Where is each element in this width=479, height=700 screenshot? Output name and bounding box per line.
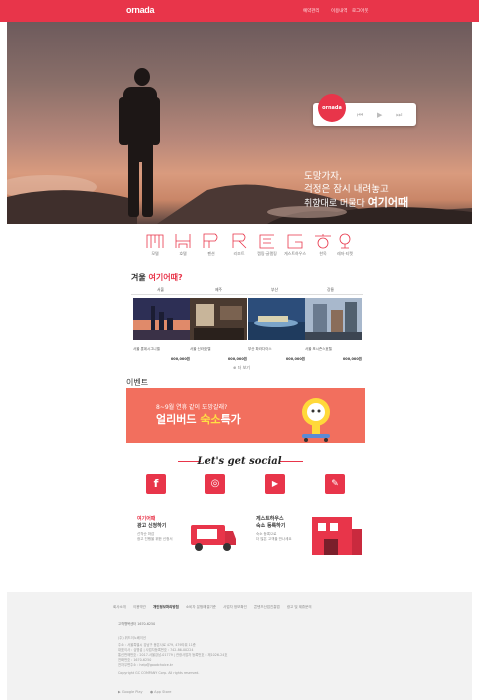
- logo[interactable]: ornada: [126, 5, 155, 15]
- nav-logout[interactable]: 로그아웃: [352, 8, 369, 14]
- hotel-icon: [175, 234, 191, 248]
- truck-illustration: [191, 525, 236, 551]
- guesthouse-icon: [287, 234, 303, 249]
- footer-link[interactable]: 콘텐츠산업진흥법: [254, 605, 280, 609]
- hero-brand: 여기어때: [367, 196, 409, 209]
- category-motel[interactable]: 모텔: [143, 233, 167, 257]
- category-guesthouse[interactable]: 게스트하우스: [283, 233, 307, 257]
- blog-icon[interactable]: ✎: [325, 474, 345, 494]
- instagram-icon[interactable]: ◎: [205, 474, 225, 494]
- top-bar: [0, 0, 479, 22]
- more-link[interactable]: ⊕ 더 보기: [233, 365, 250, 371]
- hotel-card[interactable]: 서울 신라호텔 000,000원: [190, 298, 247, 362]
- campsite-icon: [259, 234, 274, 249]
- mascot-clock-icon: [302, 398, 330, 442]
- hotel-card[interactable]: 서울 포시즌스호텔 000,000원: [305, 298, 362, 362]
- event-banner[interactable]: 8~9월 연휴 같이 도망갈래? 얼리버드 숙소특가: [126, 388, 365, 443]
- footer-link[interactable]: 광고 및 제휴문의: [287, 605, 312, 609]
- footer-link[interactable]: 이용약관: [133, 605, 146, 609]
- category-hanok[interactable]: 한옥: [311, 233, 335, 257]
- banner-subtitle: 8~9월 연휴 같이 도망갈래?: [156, 404, 228, 411]
- facebook-icon[interactable]: f: [146, 474, 166, 494]
- footer-link[interactable]: 회사소개: [113, 605, 126, 609]
- carousel-dots[interactable]: [241, 437, 253, 443]
- banner-title: 얼리버드 숙소특가: [156, 413, 241, 426]
- category-pension[interactable]: 펜션: [199, 233, 223, 257]
- leisure-icon: [339, 233, 351, 249]
- hotel-photo: [305, 298, 362, 340]
- hanok-icon: [315, 234, 331, 249]
- footer-link[interactable]: 소비자 분쟁해결기준: [186, 605, 216, 609]
- category-hotel[interactable]: 호텔: [171, 233, 195, 257]
- city-tabs: 서울 제주 부산 강릉: [131, 287, 363, 295]
- ad-apply-promo[interactable]: 여기어때 광고 신청하기 선착순 마감 광고 진행을 위한 신청서: [137, 515, 242, 557]
- resort-icon: [232, 233, 247, 249]
- app-store-link[interactable]: ● App Store: [150, 690, 171, 694]
- guesthouse-register-promo[interactable]: 게스트하우스 숙소 등록하기 숙소 등록으로 더 많은 고객을 만나세요: [256, 515, 368, 557]
- footer-link-privacy[interactable]: 개인정보처리방침: [153, 605, 179, 609]
- next-track-icon[interactable]: ⏭: [396, 111, 402, 120]
- hotel-photo: [248, 298, 305, 340]
- hero-line-2: 걱정은 잠시 내려놓고: [304, 184, 389, 195]
- category-leisure[interactable]: 레저·티켓: [333, 233, 357, 257]
- copyright: Copyright GC COMPANY Corp. All rights re…: [118, 671, 200, 675]
- player-logo: ornada: [318, 94, 346, 122]
- hotel-card[interactable]: 부산 파라다이스 000,000원: [248, 298, 305, 362]
- play-icon[interactable]: ▶: [377, 111, 382, 119]
- tab-jeju[interactable]: 제주: [215, 287, 222, 293]
- customer-center: 고객행복센터 1670-6250: [118, 622, 156, 626]
- youtube-icon[interactable]: ▶: [265, 474, 285, 494]
- nav-history[interactable]: 이용내역: [331, 8, 348, 14]
- previous-track-icon[interactable]: ⏮: [357, 111, 363, 120]
- footer-links: 회사소개 이용약관 개인정보처리방침 소비자 분쟁해결기준 사업자 정보확인 콘…: [113, 605, 318, 610]
- motel-icon: [146, 234, 164, 248]
- company-email: 전자우편주소 : help@goodchoice.kr: [118, 663, 174, 667]
- pension-icon: [203, 233, 218, 248]
- category-resort[interactable]: 리조트: [227, 233, 251, 257]
- google-play-link[interactable]: ▶ Google Play: [118, 690, 143, 694]
- tab-seoul[interactable]: 서울: [157, 287, 164, 293]
- hero-line-1: 도망가자,: [304, 171, 342, 182]
- category-camping[interactable]: 캠핑·글램핑: [255, 233, 279, 257]
- tab-busan[interactable]: 부산: [271, 287, 278, 293]
- section-title-event: 이벤트: [126, 378, 149, 387]
- social-title: Let's get social: [197, 456, 282, 467]
- footer-link[interactable]: 사업자 정보확인: [223, 605, 247, 609]
- hotel-photo: [133, 298, 190, 340]
- hero-line-3: 취향대로 머물다 여기어때: [304, 196, 409, 209]
- tab-gangneung[interactable]: 강릉: [327, 287, 334, 293]
- hero-copy: 도망가자, 걱정은 잠시 내려놓고 취향대로 머물다 여기어때: [304, 170, 408, 211]
- guesthouse-illustration: [312, 517, 362, 555]
- nav-reservations[interactable]: 예약관리: [303, 8, 320, 14]
- hotel-card[interactable]: 서울 롯데시그니엘 000,000원: [133, 298, 190, 362]
- section-title-winter: 겨울 여기어때?: [131, 273, 183, 282]
- hotel-photo: [190, 298, 247, 340]
- company-name: (주) 위드이노베이션: [118, 636, 146, 640]
